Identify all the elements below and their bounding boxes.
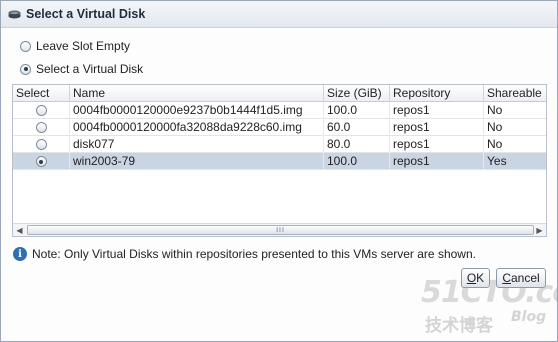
table-row[interactable]: disk077 80.0 repos1 No [13, 136, 546, 153]
row-select-radio[interactable] [35, 139, 47, 150]
row-select-cell [13, 119, 70, 136]
table-body: 0004fb0000120000e9237b0b1444f1d5.img 100… [13, 102, 546, 170]
scroll-right-arrow-icon[interactable]: ▶ [533, 224, 546, 236]
dialog-titlebar: Select a Virtual Disk [1, 1, 557, 28]
disk-repository: repos1 [390, 119, 484, 136]
horizontal-scrollbar[interactable]: ◀ III ▶ [13, 223, 546, 236]
disk-size: 100.0 [324, 102, 390, 119]
row-select-radio[interactable] [35, 156, 47, 167]
cancel-label: ancel [511, 271, 540, 285]
leave-slot-empty-radio[interactable] [20, 40, 31, 52]
disk-size: 80.0 [324, 136, 390, 153]
table-row-selected[interactable]: win2003-79 100.0 repos1 Yes [13, 153, 546, 170]
column-header-shareable[interactable]: Shareable [484, 85, 546, 102]
disk-shareable: No [487, 120, 503, 134]
select-virtual-disk-option[interactable]: Select a Virtual Disk [20, 61, 143, 77]
disk-shareable: Yes [487, 154, 507, 168]
table-row[interactable]: 0004fb0000120000e9237b0b1444f1d5.img 100… [13, 102, 546, 119]
disk-repository: repos1 [390, 153, 484, 170]
virtual-disk-table: Select Name Size (GiB) Repository Sharea… [12, 84, 547, 237]
ok-label: K [476, 271, 485, 285]
leave-slot-empty-label: Leave Slot Empty [36, 39, 131, 53]
info-note-text: Note: Only Virtual Disks within reposito… [32, 247, 476, 261]
watermark-subtitle: 技术博客 [425, 316, 493, 336]
column-header-size[interactable]: Size (GiB) [324, 85, 390, 102]
row-select-radio[interactable] [35, 105, 47, 116]
disk-name: 0004fb0000120000fa32088da9228c60.img [70, 119, 324, 136]
disk-shareable: No [487, 103, 503, 117]
info-note: i Note: Only Virtual Disks within reposi… [13, 246, 476, 262]
column-header-repository[interactable]: Repository [390, 85, 484, 102]
scroll-left-arrow-icon[interactable]: ◀ [13, 224, 26, 236]
scrollbar-thumb[interactable]: III [27, 225, 534, 235]
disk-name: win2003-79 [70, 153, 324, 170]
column-header-select[interactable]: Select [13, 85, 70, 102]
row-select-cell [13, 102, 70, 119]
column-header-name[interactable]: Name [70, 85, 324, 102]
row-select-cell [13, 153, 70, 170]
select-virtual-disk-label: Select a Virtual Disk [36, 62, 144, 76]
leave-slot-empty-option[interactable]: Leave Slot Empty [20, 38, 130, 54]
row-select-cell [13, 136, 70, 153]
row-select-radio[interactable] [35, 122, 47, 133]
disk-name: disk077 [70, 136, 324, 153]
disk-size: 100.0 [324, 153, 390, 170]
table-row[interactable]: 0004fb0000120000fa32088da9228c60.img 60.… [13, 119, 546, 136]
disk-repository: repos1 [390, 136, 484, 153]
ok-mnemonic: O [466, 271, 477, 285]
disk-icon [8, 10, 21, 19]
disk-name: 0004fb0000120000e9237b0b1444f1d5.img [70, 102, 324, 119]
select-virtual-disk-radio[interactable] [20, 63, 31, 75]
cancel-button[interactable]: Cancel [496, 268, 546, 288]
watermark-blog: Blog [511, 309, 547, 325]
disk-size: 60.0 [324, 119, 390, 136]
info-icon: i [13, 247, 27, 261]
disk-repository: repos1 [390, 102, 484, 119]
cancel-mnemonic: C [502, 271, 511, 285]
select-virtual-disk-dialog: Select a Virtual Disk Leave Slot Empty S… [0, 0, 558, 342]
table-header: Select Name Size (GiB) Repository Sharea… [13, 85, 546, 102]
disk-shareable: No [487, 137, 503, 151]
dialog-title: Select a Virtual Disk [26, 7, 146, 21]
ok-button[interactable]: OK [461, 268, 490, 288]
